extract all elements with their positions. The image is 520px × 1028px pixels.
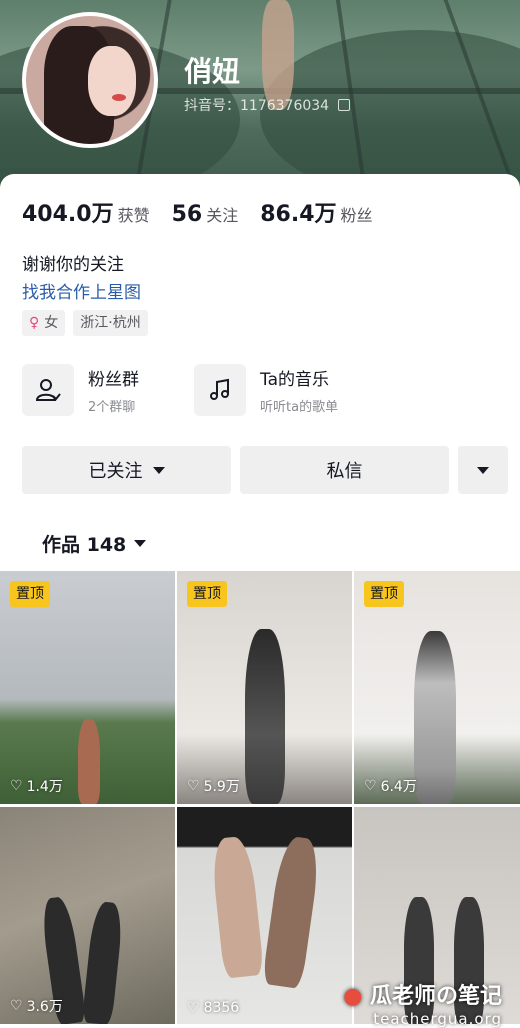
business-link[interactable]: 找我合作上星图	[22, 278, 141, 303]
heart-icon: ♡	[187, 778, 200, 794]
location-tag: 浙江·杭州	[73, 310, 148, 336]
video-thumbnail[interactable]: 置顶 ♡ 6.4万	[354, 571, 520, 804]
caret-down-icon	[152, 466, 165, 474]
video-grid: 置顶 ♡ 1.4万 置顶 ♡ 5.9万 置顶 ♡ 6.4万 ♡ 3.6万 ♡ 8356	[0, 571, 520, 1024]
following-label[interactable]: 关注	[206, 202, 238, 226]
copy-icon[interactable]	[337, 99, 350, 111]
heart-icon: ♡	[10, 998, 23, 1014]
fan-group-subtitle: 2个群聊	[88, 400, 136, 415]
likes-count: 1.4万	[26, 779, 63, 795]
likes-count: 5.9万	[203, 779, 240, 795]
likes-label: 获赞	[117, 206, 150, 225]
watermelon-icon: ●	[343, 984, 363, 1009]
likes-count: 6.4万	[380, 779, 417, 795]
gender-label: 女	[44, 315, 59, 331]
more-options-button[interactable]	[458, 446, 508, 494]
caret-down-icon	[477, 466, 489, 474]
following-count[interactable]: 56	[172, 202, 203, 227]
video-likes: ♡ 1.4万	[10, 776, 63, 796]
works-tab[interactable]: 作品 148	[42, 530, 147, 557]
music-entry[interactable]: Ta的音乐 听听ta的歌单	[194, 364, 338, 416]
watermark-title: ● 瓜老师の笔记	[343, 984, 502, 1009]
female-icon: ♀	[29, 315, 40, 331]
douyin-id-text: 抖音号：1176376034	[184, 98, 330, 114]
douyin-id[interactable]: 抖音号：1176376034	[184, 95, 350, 115]
likes-count: 404.0万	[22, 202, 114, 227]
pinned-badge: 置顶	[364, 581, 404, 607]
video-thumbnail[interactable]: 置顶 ♡ 5.9万	[177, 571, 352, 804]
video-likes: ♡ 6.4万	[364, 776, 417, 796]
video-likes: ♡ 5.9万	[187, 776, 240, 796]
message-label: 私信	[326, 461, 363, 482]
heart-icon: ♡	[364, 778, 377, 794]
video-thumbnail[interactable]: 置顶 ♡ 1.4万	[0, 571, 175, 804]
caret-down-icon	[134, 540, 147, 547]
music-note-icon	[194, 364, 246, 416]
likes-count: 3.6万	[26, 999, 63, 1015]
followed-button[interactable]: 已关注	[22, 446, 231, 494]
heart-icon: ♡	[10, 778, 23, 794]
watermark: ● 瓜老师の笔记 teachergua.org	[343, 978, 502, 1028]
heart-icon: ♡	[187, 1000, 200, 1016]
location-label: 浙江·杭州	[80, 315, 141, 331]
avatar[interactable]	[22, 12, 158, 148]
pinned-badge: 置顶	[10, 581, 50, 607]
video-likes: ♡ 8356	[187, 1000, 239, 1016]
message-button[interactable]: 私信	[240, 446, 449, 494]
music-subtitle: 听听ta的歌单	[260, 400, 339, 415]
followers-label[interactable]: 粉丝	[341, 202, 373, 226]
works-label: 作品 148	[42, 534, 127, 556]
fan-group-entry[interactable]: 粉丝群 2个群聊	[22, 364, 139, 416]
pinned-badge: 置顶	[187, 581, 227, 607]
video-thumbnail[interactable]: ♡ 3.6万	[0, 807, 175, 1024]
gender-tag: ♀ 女	[22, 310, 66, 336]
likes-count: 8356	[203, 1000, 240, 1016]
fan-group-icon	[22, 364, 74, 416]
watermark-site: teachergua.org	[373, 1010, 502, 1028]
nickname: 俏妞	[184, 55, 241, 88]
video-likes: ♡ 3.6万	[10, 996, 63, 1016]
video-thumbnail[interactable]: ♡ 8356	[177, 807, 352, 1024]
profile-stats: 404.0万 获赞 56 关注 86.4万 粉丝	[22, 196, 395, 228]
music-title: Ta的音乐	[260, 370, 329, 390]
fan-group-title: 粉丝群	[88, 370, 139, 390]
bio: 谢谢你的关注	[22, 255, 124, 275]
followed-label: 已关注	[88, 461, 143, 482]
profile-tags: ♀ 女 浙江·杭州	[22, 310, 148, 336]
followers-count[interactable]: 86.4万	[260, 196, 336, 228]
